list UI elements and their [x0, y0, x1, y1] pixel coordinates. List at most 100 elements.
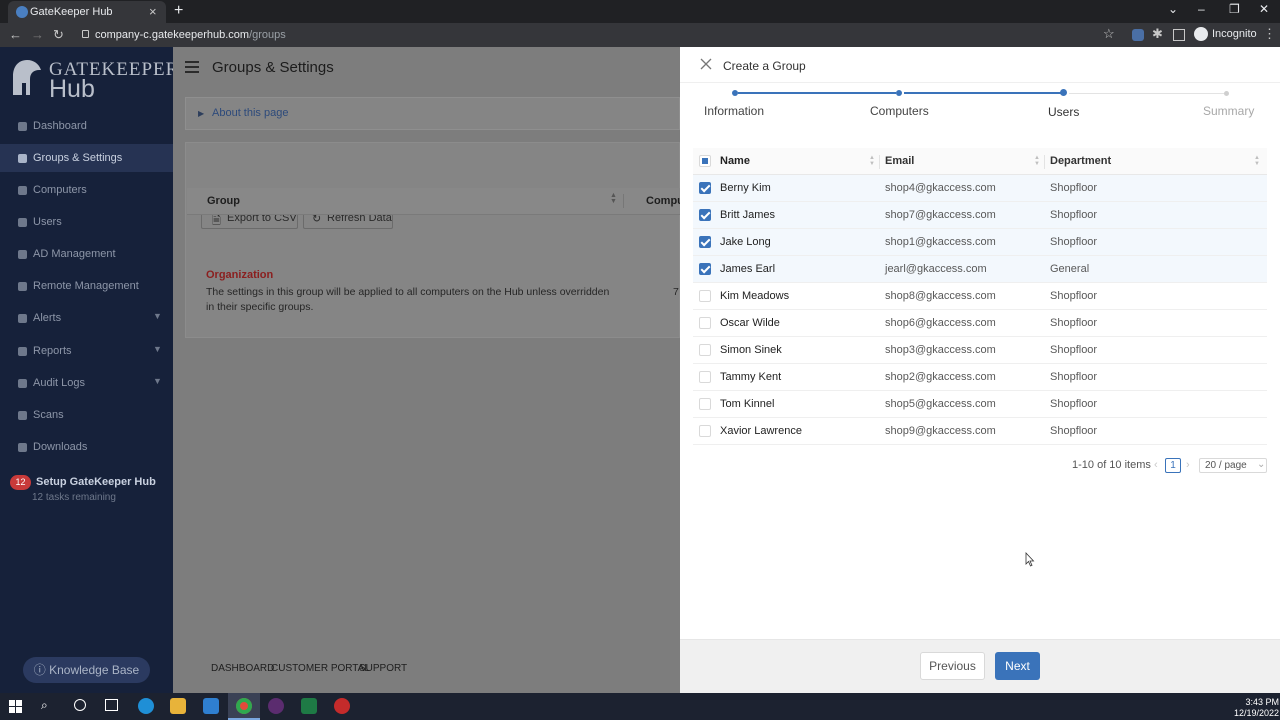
sidepanel-icon[interactable] — [1173, 29, 1185, 41]
previous-button[interactable]: Previous — [920, 652, 985, 680]
table-row[interactable]: Simon Sinek shop3@gkaccess.com Shopfloor — [693, 337, 1267, 364]
new-tab-icon[interactable]: + — [174, 2, 183, 20]
system-clock[interactable]: 3:43 PM 12/19/2022 — [1234, 697, 1279, 719]
slack-icon[interactable] — [268, 698, 284, 714]
sort-icon[interactable]: ▲ ▼ — [869, 155, 875, 167]
col-email[interactable]: Email — [885, 155, 914, 167]
sidebar-item-downloads[interactable]: Downloads — [0, 433, 173, 461]
app-icon[interactable] — [334, 698, 350, 714]
restore-icon[interactable]: ❐ — [1229, 2, 1240, 16]
reload-icon[interactable]: ↻ — [53, 27, 64, 43]
extension-icon[interactable] — [1132, 29, 1144, 41]
table-row[interactable]: Oscar Wilde shop6@gkaccess.com Shopfloor — [693, 310, 1267, 337]
row-checkbox[interactable] — [699, 371, 711, 383]
step-label-computers[interactable]: Computers — [870, 104, 929, 118]
groups-table-header: Group ▲ ▼ Compute — [187, 188, 694, 215]
wifi-icon — [18, 411, 27, 420]
footer-customer-portal-link[interactable]: CUSTOMER PORTAL — [271, 663, 370, 674]
sidebar-item-label: Computers — [33, 184, 87, 196]
url-field[interactable]: company-c.gatekeeperhub.com/groups — [78, 26, 1118, 44]
next-button[interactable]: Next — [995, 652, 1040, 680]
knowledge-base-button[interactable]: ⓘ Knowledge Base — [23, 657, 150, 683]
close-tab-icon[interactable]: × — [149, 4, 157, 19]
puzzle-icon[interactable]: ✱ — [1152, 26, 1163, 42]
tab-search-icon[interactable]: ⌄ — [1168, 2, 1178, 16]
sort-icon[interactable]: ▲ ▼ — [1254, 155, 1260, 167]
forward-icon[interactable]: → — [31, 27, 44, 42]
download-icon — [18, 443, 27, 452]
table-row[interactable]: Tom Kinnel shop5@gkaccess.com Shopfloor — [693, 391, 1267, 418]
page-number[interactable]: 1 — [1165, 458, 1181, 473]
edge-icon[interactable] — [138, 698, 154, 714]
page-size-select[interactable]: 20 / page ⌄ — [1199, 458, 1267, 473]
about-collapse[interactable]: ▶ About this page — [185, 97, 680, 130]
sidebar-item-groups-settings[interactable]: Groups & Settings — [0, 144, 173, 172]
bookmark-star-icon[interactable]: ☆ — [1103, 26, 1115, 42]
sidebar-item-remote-management[interactable]: Remote Management — [0, 272, 173, 300]
menu-toggle-icon[interactable] — [185, 61, 199, 73]
sort-icon[interactable]: ▲ ▼ — [1034, 155, 1040, 167]
sidebar-item-alerts[interactable]: Alerts ▼ — [0, 304, 173, 332]
sidebar-item-reports[interactable]: Reports ▼ — [0, 337, 173, 365]
table-row[interactable]: James Earl jearl@gkaccess.com General — [693, 256, 1267, 283]
user-department: Shopfloor — [1050, 398, 1098, 410]
help-icon: ⓘ — [33, 663, 50, 677]
sidebar-item-computers[interactable]: Computers — [0, 176, 173, 204]
row-checkbox[interactable] — [699, 209, 711, 221]
row-checkbox[interactable] — [699, 236, 711, 248]
user-email: shop2@gkaccess.com — [885, 371, 996, 383]
sidebar-item-label: Audit Logs — [33, 377, 85, 389]
page-next-icon[interactable]: › — [1186, 459, 1190, 471]
mail-icon[interactable] — [203, 698, 219, 714]
row-checkbox[interactable] — [699, 317, 711, 329]
table-row[interactable]: Tammy Kent shop2@gkaccess.com Shopfloor — [693, 364, 1267, 391]
step-label-information[interactable]: Information — [704, 104, 764, 118]
cortana-icon[interactable] — [74, 699, 86, 711]
table-row[interactable]: Xavior Lawrence shop9@gkaccess.com Shopflo… — [693, 418, 1267, 445]
search-icon[interactable]: ⌕ — [41, 698, 48, 713]
menu-kebab-icon[interactable]: ⋮ — [1263, 26, 1276, 42]
table-row[interactable]: Berny Kim shop4@gkaccess.com Shopfloor — [693, 175, 1267, 202]
close-icon[interactable] — [700, 58, 712, 70]
window-close-icon[interactable]: ✕ — [1259, 2, 1269, 16]
col-name[interactable]: Name — [720, 155, 750, 167]
footer-support-link[interactable]: SUPPORT — [359, 663, 407, 674]
page-size-value: 20 / page — [1205, 460, 1247, 471]
back-icon[interactable]: ← — [9, 27, 22, 42]
sidebar-item-label: Remote Management — [33, 280, 139, 292]
sidebar-item-dashboard[interactable]: Dashboard — [0, 112, 173, 140]
row-checkbox[interactable] — [699, 425, 711, 437]
org-group-name[interactable]: Organization — [206, 269, 273, 281]
ad-icon — [18, 250, 27, 259]
col-department[interactable]: Department — [1050, 155, 1111, 167]
table-row[interactable]: Britt James shop7@gkaccess.com Shopfloor — [693, 202, 1267, 229]
row-checkbox[interactable] — [699, 182, 711, 194]
sidebar-item-scans[interactable]: Scans — [0, 401, 173, 429]
row-checkbox[interactable] — [699, 290, 711, 302]
sort-icon[interactable]: ▲ ▼ — [610, 192, 617, 205]
file-explorer-icon[interactable] — [170, 698, 186, 714]
org-group-description: The settings in this group will be appli… — [206, 286, 610, 313]
row-checkbox[interactable] — [699, 398, 711, 410]
table-row[interactable]: Kim Meadows shop8@gkaccess.com Shopfloor — [693, 283, 1267, 310]
excel-icon[interactable] — [301, 698, 317, 714]
windows-start-icon[interactable] — [9, 700, 22, 713]
page-prev-icon[interactable]: ‹ — [1154, 459, 1158, 471]
sidebar-item-ad-management[interactable]: AD Management — [0, 240, 173, 268]
row-checkbox[interactable] — [699, 263, 711, 275]
sidebar-item-label: Alerts — [33, 312, 62, 324]
sidebar-item-audit-logs[interactable]: Audit Logs ▼ — [0, 369, 173, 397]
footer-dashboard-link[interactable]: DASHBOARD — [211, 663, 274, 674]
task-view-icon[interactable] — [105, 699, 118, 711]
browser-tab[interactable]: GateKeeper Hub × — [8, 1, 166, 23]
minimize-icon[interactable]: – — [1198, 2, 1205, 16]
user-email: shop7@gkaccess.com — [885, 209, 996, 221]
sidebar-item-users[interactable]: Users — [0, 208, 173, 236]
chevron-down-icon: ▼ — [153, 311, 162, 321]
table-row[interactable]: Jake Long shop1@gkaccess.com Shopfloor — [693, 229, 1267, 256]
col-group[interactable]: Group — [207, 195, 240, 207]
select-all-checkbox[interactable] — [699, 155, 711, 167]
setup-count-badge: 12 — [10, 475, 31, 490]
row-checkbox[interactable] — [699, 344, 711, 356]
browser-tab-title: GateKeeper Hub — [30, 6, 113, 18]
